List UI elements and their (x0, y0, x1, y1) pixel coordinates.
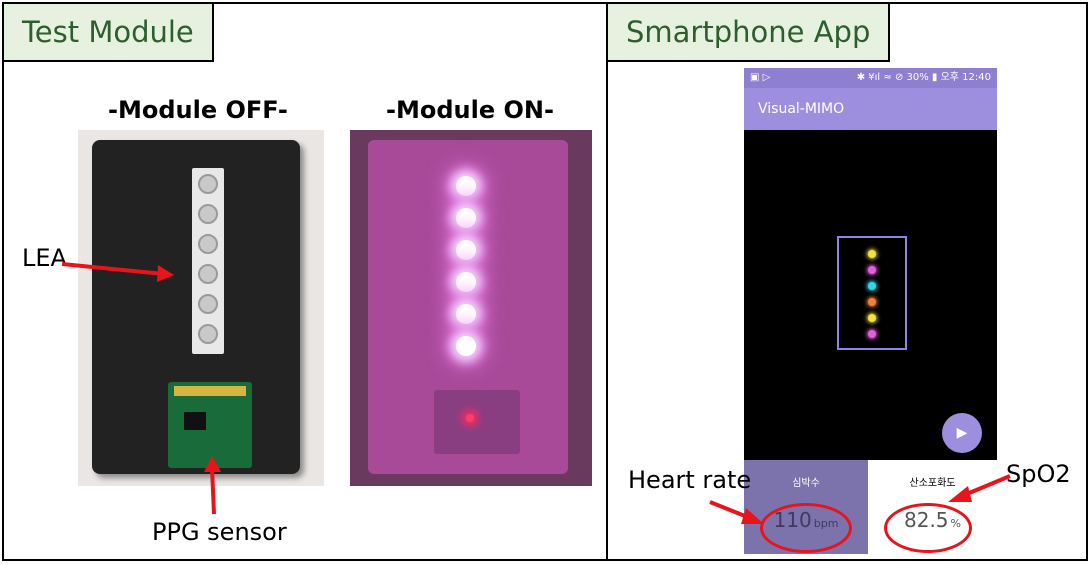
heart-rate-highlight (760, 503, 852, 553)
led (198, 204, 218, 224)
lea-arrow-icon (61, 262, 174, 282)
heart-rate-title: 심박수 (792, 478, 820, 489)
status-right-text: ✱ ¥ıl ≈ ⊘ 30% ▮ 오후 12:40 (856, 72, 991, 83)
spo2-highlight (884, 503, 972, 553)
led-lit (456, 336, 476, 356)
status-bar: ▣ ▷ ✱ ¥ıl ≈ ⊘ 30% ▮ 오후 12:40 (744, 68, 997, 88)
led (198, 324, 218, 344)
module-case-lit (368, 140, 568, 474)
spo2-arrow-icon (948, 474, 1011, 502)
led (198, 294, 218, 314)
led (198, 264, 218, 284)
module-case (92, 140, 300, 474)
module-on-caption: -Module ON- (386, 96, 554, 124)
detected-led (868, 250, 876, 258)
heart-rate-arrow-icon (709, 500, 764, 524)
led-detection-box (837, 236, 907, 350)
play-button[interactable]: ▶ (942, 413, 982, 453)
ppg-sensor-board-lit (434, 390, 520, 454)
led (198, 174, 218, 194)
status-left-icons: ▣ ▷ (750, 72, 771, 83)
smartphone-app-panel: Smartphone App ▣ ▷ ✱ ¥ıl ≈ ⊘ 30% ▮ 오후 12… (606, 2, 1088, 561)
module-on-photo (350, 130, 592, 486)
detected-led (868, 314, 876, 322)
smartphone-app-tab: Smartphone App (608, 4, 891, 62)
test-module-tab: Test Module (4, 4, 214, 62)
lea-strip (192, 168, 224, 354)
led (198, 234, 218, 254)
detected-led (868, 330, 876, 338)
detected-led (868, 298, 876, 306)
led-lit (456, 176, 476, 196)
module-off-photo (78, 130, 324, 486)
led-lit (456, 272, 476, 292)
led-lit (456, 304, 476, 324)
app-title: Visual-MIMO (744, 88, 997, 130)
led-lit (456, 208, 476, 228)
ppg-led (466, 414, 474, 422)
detected-led (868, 282, 876, 290)
module-off-caption: -Module OFF- (108, 96, 288, 124)
heart-rate-label: Heart rate (628, 466, 752, 494)
test-module-panel: Test Module -Module OFF- -Module ON- LEA… (2, 2, 608, 561)
detected-led (868, 266, 876, 274)
ppg-sensor-label: PPG sensor (152, 518, 287, 546)
spo2-label: SpO2 (1006, 460, 1071, 488)
led-lit (456, 240, 476, 260)
ppg-arrow-icon (204, 456, 221, 515)
play-icon: ▶ (956, 425, 968, 441)
